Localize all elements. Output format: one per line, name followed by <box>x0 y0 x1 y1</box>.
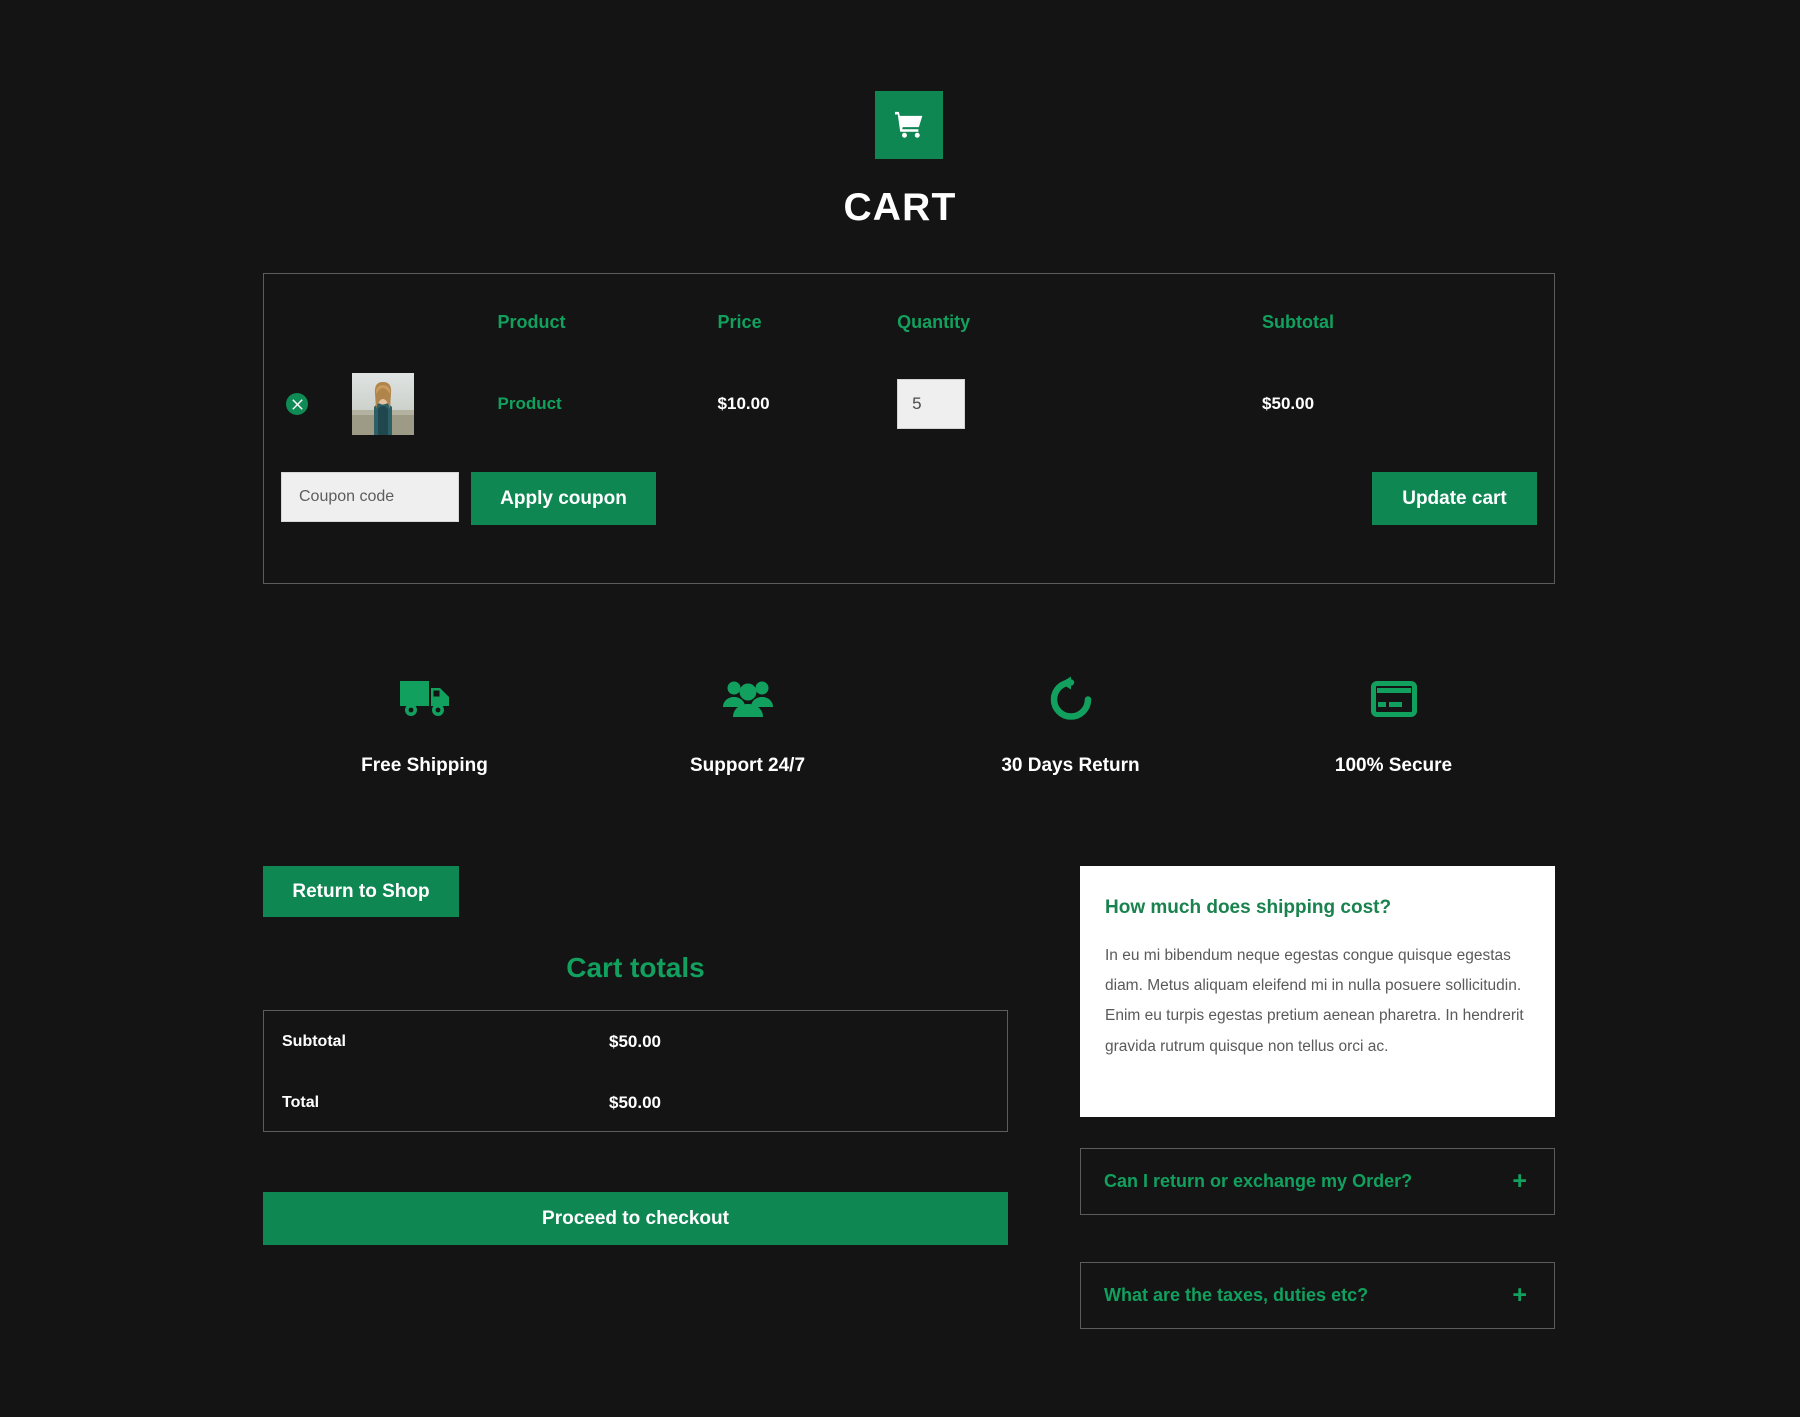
feature-free-shipping: Free Shipping <box>263 672 586 777</box>
credit-card-icon <box>1232 672 1555 726</box>
undo-arrow-icon <box>909 672 1232 726</box>
plus-icon[interactable]: + <box>1512 1169 1554 1194</box>
feature-label: Support 24/7 <box>689 755 806 776</box>
faq-item-expanded[interactable]: How much does shipping cost? In eu mi bi… <box>1080 866 1555 1117</box>
feature-returns: 30 Days Return <box>909 672 1232 777</box>
cart-page: CART Product Price Quantity Subtotal Pro… <box>0 0 1800 1417</box>
totals-row-subtotal: Subtotal $50.00 <box>264 1011 1007 1072</box>
plus-icon[interactable]: + <box>1512 1283 1554 1308</box>
people-group-icon <box>586 672 909 726</box>
col-remove-header <box>264 274 352 343</box>
faq-question: Can I return or exchange my Order? <box>1104 1171 1413 1191</box>
totals-row-total: Total $50.00 <box>264 1072 1007 1133</box>
truck-icon <box>263 672 586 726</box>
return-to-shop-button[interactable]: Return to Shop <box>263 866 459 917</box>
page-title: CART <box>843 186 957 229</box>
feature-label: 30 Days Return <box>1001 755 1140 776</box>
faq-question: How much does shipping cost? <box>1105 897 1392 918</box>
cart-totals-box: Subtotal $50.00 Total $50.00 <box>263 1010 1008 1132</box>
coupon-code-input[interactable] <box>281 472 459 522</box>
totals-label: Subtotal <box>282 1032 346 1050</box>
cell-quantity <box>897 343 1262 469</box>
shopping-cart-icon <box>893 109 925 141</box>
quantity-input[interactable] <box>897 379 966 429</box>
feature-strip: Free Shipping Support 24/7 30 Days Retur… <box>263 672 1555 777</box>
feature-label: 100% Secure <box>1334 755 1453 776</box>
coupon-row: Apply coupon Update cart <box>264 464 1554 532</box>
cell-thumbnail <box>351 343 498 469</box>
apply-coupon-button[interactable]: Apply coupon <box>471 472 656 525</box>
close-icon <box>291 398 303 410</box>
product-name[interactable]: Product <box>498 343 718 469</box>
cart-badge <box>875 91 943 159</box>
totals-value: $50.00 <box>609 1031 661 1051</box>
col-quantity-header: Quantity <box>897 312 971 332</box>
faq-item-taxes[interactable]: What are the taxes, duties etc? + <box>1080 1262 1555 1329</box>
remove-item-button[interactable] <box>286 393 308 415</box>
proceed-to-checkout-button[interactable]: Proceed to checkout <box>263 1192 1008 1245</box>
feature-secure: 100% Secure <box>1232 672 1555 777</box>
product-thumbnail[interactable] <box>351 373 414 435</box>
col-subtotal-header: Subtotal <box>1262 312 1335 332</box>
product-subtotal: $50.00 <box>1262 394 1315 413</box>
faq-question: What are the taxes, duties etc? <box>1104 1285 1369 1305</box>
col-product-header: Product <box>497 312 566 332</box>
cart-table-header-row: Product Price Quantity Subtotal <box>264 274 1554 343</box>
faq-item-returns[interactable]: Can I return or exchange my Order? + <box>1080 1148 1555 1215</box>
totals-value: $50.00 <box>609 1092 661 1112</box>
cell-remove <box>264 343 352 469</box>
update-cart-button[interactable]: Update cart <box>1372 472 1537 525</box>
product-price: $10.00 <box>717 394 770 413</box>
totals-label: Total <box>282 1093 320 1111</box>
cart-table: Product Price Quantity Subtotal Product … <box>264 274 1554 469</box>
cart-table-panel: Product Price Quantity Subtotal Product … <box>263 273 1555 584</box>
col-price-header: Price <box>717 312 762 332</box>
faq-answer: In eu mi bibendum neque egestas congue q… <box>1105 947 1524 1055</box>
feature-label: Free Shipping <box>361 755 488 776</box>
table-row: Product $10.00 $50.00 <box>264 343 1554 469</box>
cart-totals-title: Cart totals <box>566 952 705 983</box>
col-thumbnail-header <box>352 274 498 343</box>
feature-support: Support 24/7 <box>586 672 909 777</box>
